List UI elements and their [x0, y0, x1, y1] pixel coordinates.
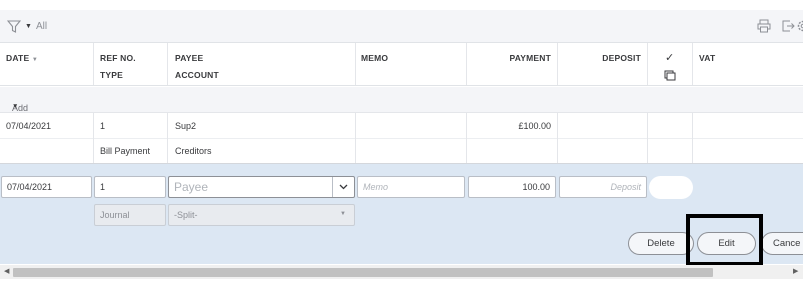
- account-caret-icon: ▼: [340, 211, 346, 217]
- column-date[interactable]: DATE ▼: [6, 53, 38, 63]
- settings-icon[interactable]: [796, 19, 803, 33]
- cleared-check-icon: ✓: [665, 52, 675, 64]
- column-header-row: DATE ▼ REF NO. TYPE PAYEE ACCOUNT MEMO P…: [0, 43, 803, 86]
- chevron-down-icon: [339, 184, 348, 190]
- filter-control[interactable]: ▼ All: [7, 20, 47, 33]
- horizontal-scrollbar[interactable]: ◀ ▶: [0, 265, 803, 279]
- memo-input[interactable]: Memo: [357, 176, 465, 198]
- column-deposit: DEPOSIT: [602, 53, 641, 63]
- scroll-right-icon[interactable]: ▶: [793, 267, 798, 275]
- ref-no-input[interactable]: 1: [94, 176, 166, 198]
- row-type: Bill Payment: [100, 146, 151, 156]
- payee-dropdown-button[interactable]: [332, 177, 354, 197]
- column-ref-no: REF NO.: [100, 53, 136, 63]
- filter-icon[interactable]: [7, 20, 21, 33]
- row-date: 07/04/2021: [6, 121, 52, 131]
- payment-input[interactable]: 100.00: [468, 176, 556, 198]
- row-account: Creditors: [175, 146, 212, 156]
- date-input[interactable]: 07/04/2021: [1, 176, 92, 198]
- column-vat: VAT: [699, 53, 716, 63]
- register-toolbar: ▼ All: [0, 10, 803, 43]
- table-row[interactable]: 07/04/2021 1 Bill Payment Sup2 Creditors…: [0, 113, 803, 164]
- payee-combobox[interactable]: Payee: [168, 176, 355, 198]
- payee-placeholder: Payee: [174, 180, 209, 194]
- row-payee: Sup2: [175, 121, 197, 131]
- column-payee: PAYEE: [175, 53, 204, 63]
- delete-button[interactable]: Delete: [628, 232, 694, 255]
- copy-icon[interactable]: [664, 70, 676, 81]
- column-payment: PAYMENT: [509, 53, 551, 63]
- column-account: ACCOUNT: [175, 70, 219, 80]
- cleared-toggle[interactable]: [649, 176, 693, 199]
- type-field: Journal: [94, 204, 166, 226]
- column-type: TYPE: [100, 70, 124, 80]
- filter-caret-icon[interactable]: ▼: [25, 23, 32, 30]
- cancel-button[interactable]: Cance: [761, 232, 803, 255]
- add-cheque-row[interactable]: Add cheque ▼: [0, 87, 803, 123]
- scroll-left-icon[interactable]: ◀: [4, 267, 9, 275]
- highlight-box: [686, 214, 763, 266]
- print-icon[interactable]: [757, 19, 771, 33]
- scrollbar-thumb[interactable]: [13, 268, 713, 277]
- edit-row: 07/04/2021 1 Payee Memo 100.00 Deposit J…: [0, 164, 803, 264]
- row-payment: £100.00: [518, 121, 551, 131]
- filter-label[interactable]: All: [36, 21, 47, 32]
- row-ref-no: 1: [100, 121, 106, 131]
- deposit-input[interactable]: Deposit: [559, 176, 647, 198]
- account-value: -Split-: [174, 210, 198, 220]
- export-icon[interactable]: [781, 19, 795, 33]
- column-memo: MEMO: [361, 53, 389, 63]
- account-field: -Split- ▼: [168, 204, 355, 226]
